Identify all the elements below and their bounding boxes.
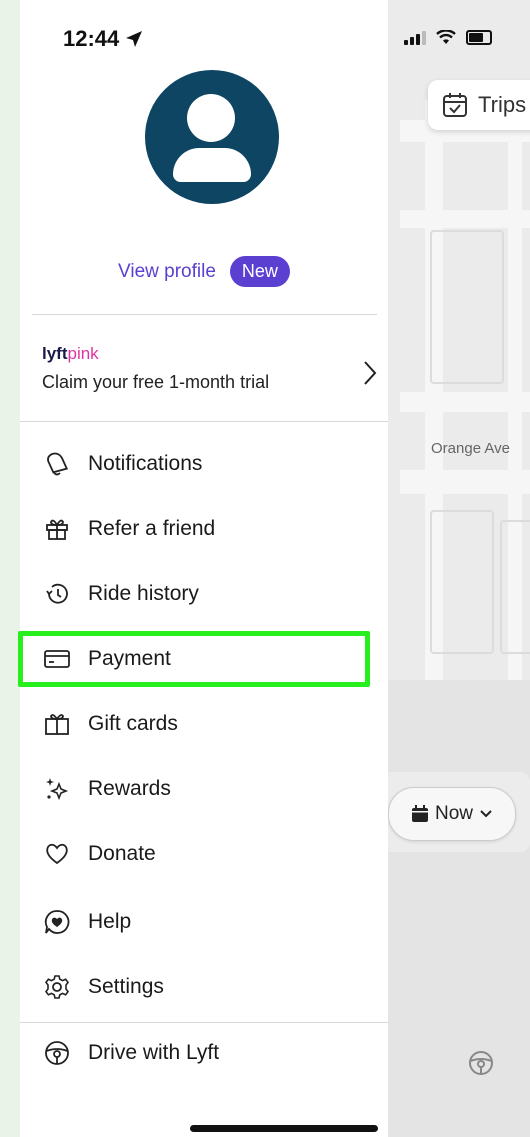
- steering-wheel-icon[interactable]: [467, 1049, 495, 1077]
- lyft-pink-suffix: pink: [67, 344, 99, 363]
- payment-highlight-box: [18, 631, 370, 687]
- help-chat-icon: [38, 909, 76, 935]
- avatar[interactable]: [145, 70, 279, 204]
- menu-item-label: Settings: [88, 975, 164, 998]
- menu-item-label: Notifications: [88, 452, 203, 475]
- menu-item-label: Ride history: [88, 582, 199, 605]
- divider: [20, 421, 388, 422]
- wifi-icon: [436, 30, 456, 44]
- location-arrow-icon: [126, 31, 143, 47]
- history-icon: [38, 582, 76, 606]
- menu-item-label: Rewards: [88, 777, 171, 800]
- steering-wheel-icon: [38, 1040, 76, 1066]
- menu-item-settings[interactable]: Settings: [20, 963, 388, 1011]
- menu-item-refer-a-friend[interactable]: Refer a friend: [20, 505, 388, 553]
- heart-icon: [38, 842, 76, 866]
- status-icons: [404, 30, 492, 45]
- lyft-pink-brand: lyft: [42, 344, 68, 363]
- menu-item-label: Help: [88, 910, 132, 933]
- calendar-check-icon: [443, 93, 467, 117]
- divider: [32, 314, 377, 315]
- trips-button[interactable]: Trips: [428, 80, 530, 130]
- lyft-pink-promo-text: Claim your free 1-month trial: [42, 372, 270, 392]
- home-indicator[interactable]: [190, 1125, 378, 1132]
- menu-item-rewards[interactable]: Rewards: [20, 765, 388, 813]
- bell-icon: [38, 451, 76, 477]
- trips-label: Trips: [478, 92, 527, 117]
- battery-icon: [466, 30, 492, 45]
- time-label: 12:44: [63, 26, 120, 51]
- divider: [20, 1022, 388, 1023]
- gift-icon: [38, 517, 76, 541]
- menu-item-label: Drive with Lyft: [88, 1041, 220, 1064]
- new-badge: New: [229, 256, 290, 287]
- calendar-icon: [411, 805, 428, 822]
- view-profile-link[interactable]: View profile: [118, 261, 216, 283]
- gear-icon: [38, 974, 76, 1000]
- cellular-signal-icon: [404, 30, 426, 45]
- street-label: Orange Ave: [431, 440, 510, 457]
- menu-item-donate[interactable]: Donate: [20, 830, 388, 878]
- chevron-down-icon: [480, 810, 492, 818]
- chevron-right-icon: [364, 361, 377, 385]
- avatar-body-shape: [173, 148, 251, 182]
- gift-card-icon: [38, 712, 76, 736]
- schedule-now-button[interactable]: Now: [388, 787, 516, 841]
- status-time: 12:44: [63, 26, 143, 52]
- menu-item-label: Gift cards: [88, 712, 178, 735]
- menu-item-help[interactable]: Help: [20, 898, 388, 946]
- lyft-pink-promo[interactable]: lyftpink Claim your free 1-month trial: [42, 344, 378, 404]
- lyft-pink-logo: lyftpink: [42, 344, 378, 364]
- menu-item-ride-history[interactable]: Ride history: [20, 570, 388, 618]
- menu-item-label: Donate: [88, 842, 156, 865]
- sparkle-icon: [38, 776, 76, 802]
- menu-item-drive-with-lyft[interactable]: Drive with Lyft: [20, 1029, 388, 1077]
- menu-item-notifications[interactable]: Notifications: [20, 440, 388, 488]
- schedule-now-label: Now: [434, 803, 473, 824]
- side-menu-drawer: 12:44 View profile New lyftpink Claim yo…: [20, 0, 388, 1137]
- avatar-head-shape: [187, 94, 235, 142]
- menu-item-label: Refer a friend: [88, 517, 216, 540]
- view-profile-row: View profile New: [20, 256, 388, 287]
- menu-item-gift-cards[interactable]: Gift cards: [20, 700, 388, 748]
